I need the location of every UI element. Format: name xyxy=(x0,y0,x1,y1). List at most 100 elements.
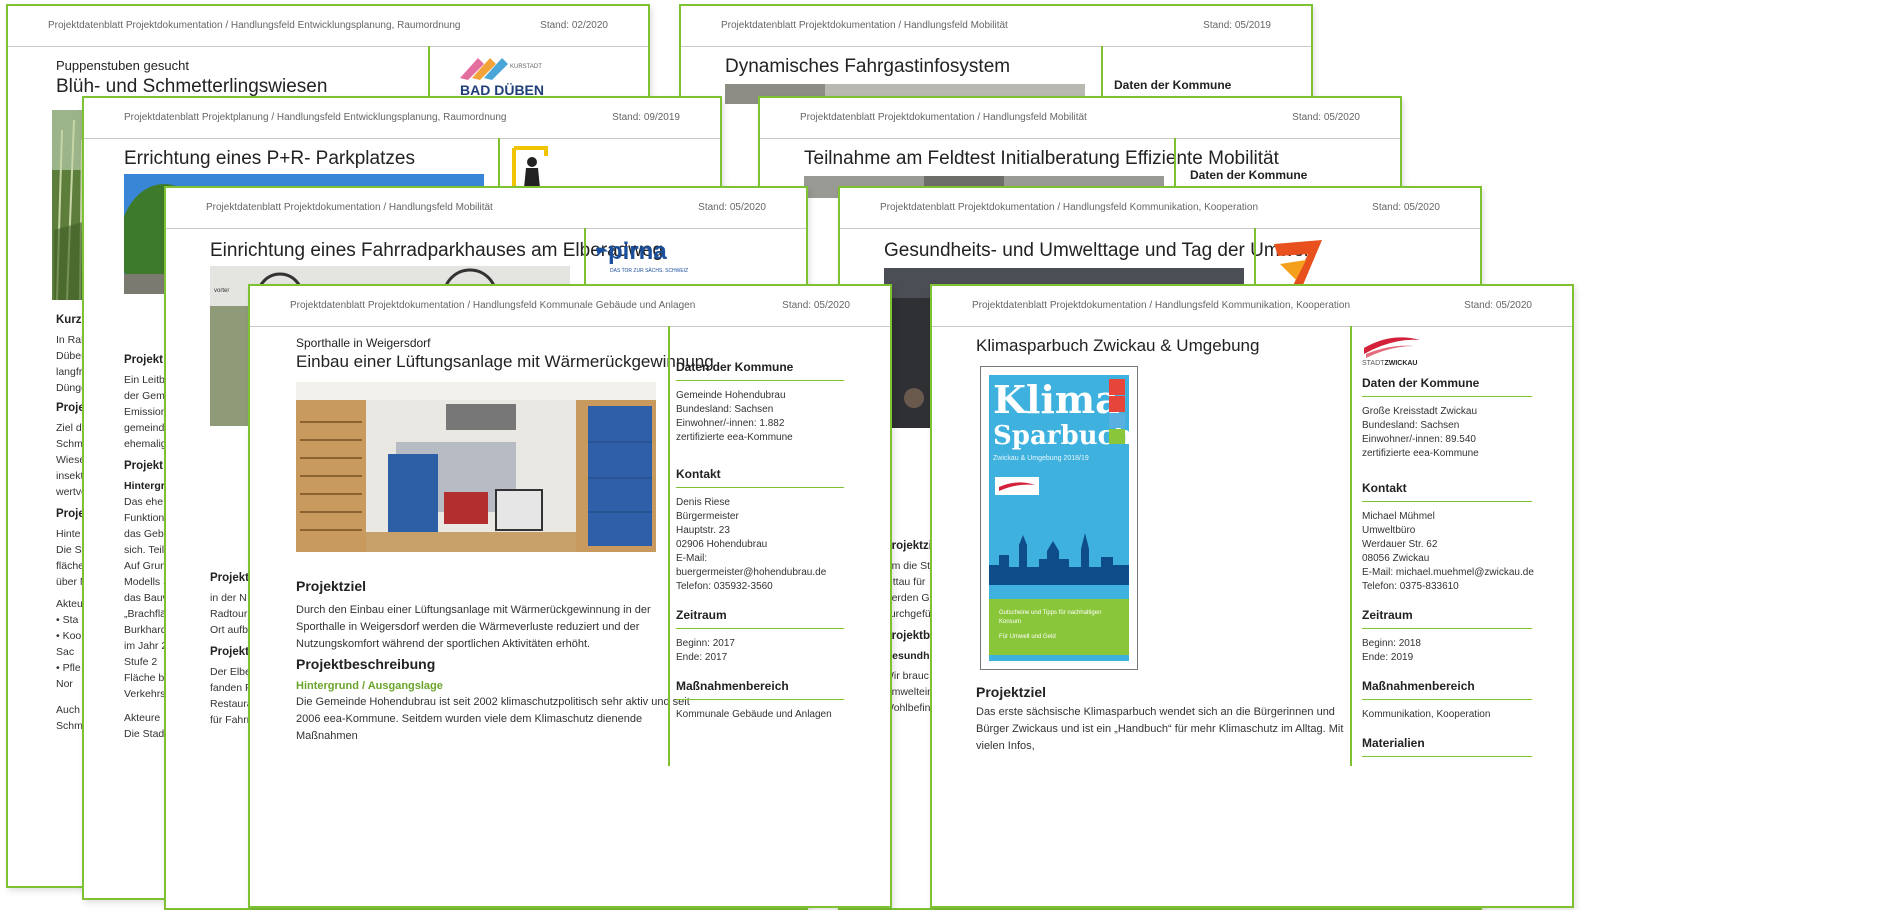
sidebar-heading: Daten der Kommune xyxy=(676,360,844,381)
sidebar-line: 08056 Zwickau xyxy=(1362,553,1430,564)
sidebar-line: Bundesland: Sachsen xyxy=(676,404,774,415)
projektziel-text: Durch den Einbau einer Lüftungsanlage mi… xyxy=(296,604,651,650)
shop-icon xyxy=(1109,396,1125,412)
sidebar-line: Große Kreisstadt Zwickau xyxy=(1362,406,1478,417)
photo-caption: vorter xyxy=(214,288,230,294)
sheet-header: Projektdatenblatt Projektdokumentation /… xyxy=(166,188,806,229)
sidebar-line: Einwohner/-innen: 1.882 xyxy=(676,418,785,429)
sidebar-line: Bundesland: Sachsen xyxy=(1362,420,1460,431)
side-heading: Daten der Kommune xyxy=(1114,78,1232,92)
sidebar-info: Daten der Kommune Große Kreisstadt Zwick… xyxy=(1362,376,1534,771)
text-fragment: fanden F xyxy=(210,682,252,694)
sidebar-line: 02906 Hohendubrau xyxy=(676,539,768,550)
cover-blurb: Für Umwelt und Geld xyxy=(999,634,1056,640)
project-subtitle: Puppenstuben gesucht xyxy=(56,58,189,73)
project-title: Errichtung eines P+R- Parkplatzes xyxy=(124,148,415,169)
datasheet-klimasparbuch: Projektdatenblatt Projektdokumentation /… xyxy=(930,284,1574,908)
sheet-header: Projektdatenblatt Projektdokumentation /… xyxy=(8,6,648,47)
sidebar-line: Werdauer Str. 62 xyxy=(1362,539,1438,550)
sheet-header: Projektdatenblatt Projektplanung / Handl… xyxy=(84,98,720,139)
divider xyxy=(1254,228,1256,288)
stand-date: Stand: 05/2019 xyxy=(1203,20,1271,31)
heading-fragment: Projekt xyxy=(210,572,249,584)
sidebar-heading: Maßnahmenbereich xyxy=(676,679,844,700)
sidebar-heading: Zeitraum xyxy=(1362,608,1532,629)
sidebar-line: Ende: 2017 xyxy=(676,652,728,663)
bike-icon xyxy=(1109,413,1125,428)
project-title: Blüh- und Schmetterlingswiesen xyxy=(56,76,328,97)
breadcrumb: Projektdatenblatt Projektdokumentation /… xyxy=(800,112,1087,123)
logo-subtext: DAS TOR ZUR SÄCHS. SCHWEIZ xyxy=(610,268,689,274)
zwickau-swoosh-icon xyxy=(999,482,1035,491)
breadcrumb: Projektdatenblatt Projektdokumentation /… xyxy=(880,202,1259,213)
text-fragment: Restaura xyxy=(210,698,253,710)
project-title: Gesundheits- und Umwelttage und Tag der … xyxy=(884,240,1314,261)
sidebar-line[interactable]: E-Mail: michael.muehmel@zwickau.de xyxy=(1362,566,1534,580)
text-fragment: für Fahrr xyxy=(210,714,251,726)
stand-date: Stand: 09/2019 xyxy=(612,112,680,123)
breadcrumb: Projektdatenblatt Projektdokumentation /… xyxy=(48,20,461,31)
zwickau-logo: STADTZWICKAU xyxy=(1362,332,1442,372)
sidebar-heading: Daten der Kommune xyxy=(1362,376,1532,397)
hintergrund-heading: Hintergrund / Ausgangslage xyxy=(296,680,443,692)
breadcrumb: Projektdatenblatt Projektdokumentation /… xyxy=(972,300,1351,311)
text-fragment: Radtouri xyxy=(210,608,250,620)
side-heading: Daten der Kommune xyxy=(1190,168,1308,182)
cover-green-band: Gutscheine und Tipps für nachhaltigen Ko… xyxy=(989,599,1129,655)
sheet-header: Projektdatenblatt Projektdokumentation /… xyxy=(932,286,1572,327)
stand-date: Stand: 05/2020 xyxy=(1292,112,1360,123)
cover-city-logo xyxy=(995,477,1039,495)
cut-off-text-column: Projekt in der N Radtouri Ort aufb Proje… xyxy=(210,570,253,728)
stand-date: Stand: 05/2020 xyxy=(782,300,850,311)
sidebar-heading: Zeitraum xyxy=(676,608,844,629)
stand-date: Stand: 05/2020 xyxy=(1464,300,1532,311)
sidebar-line: Beginn: 2018 xyxy=(1362,638,1421,649)
divider xyxy=(1350,326,1352,766)
sidebar-line: Umweltbüro xyxy=(1362,525,1416,536)
sidebar-line: Hauptstr. 23 xyxy=(676,525,730,536)
projektziel-heading: Projektziel xyxy=(976,684,1047,700)
breadcrumb: Projektdatenblatt Projektdokumentation /… xyxy=(206,202,493,213)
sidebar-line: Bürgermeister xyxy=(676,511,739,522)
divider xyxy=(584,228,586,288)
sidebar-line: Denis Riese xyxy=(676,497,730,508)
sheet-header: Projektdatenblatt Projektdokumentation /… xyxy=(760,98,1400,139)
cover-blurb: Gutscheine und Tipps für nachhaltigen Ko… xyxy=(999,610,1102,625)
sheet-header: Projektdatenblatt Projektdokumentation /… xyxy=(681,6,1311,47)
city-skyline-icon xyxy=(989,533,1129,585)
text-fragment: Ort aufb xyxy=(210,624,248,636)
sidebar-line: Ende: 2019 xyxy=(1362,652,1414,663)
energy-icon xyxy=(1109,429,1125,444)
sidebar-line: Beginn: 2017 xyxy=(676,638,735,649)
book-cover: Klima Sparbuch Zwickau & Umgebung 2018/1… xyxy=(980,366,1138,670)
breadcrumb: Projektdatenblatt Projektdokumentation /… xyxy=(721,20,1008,31)
sidebar-line: Kommunikation, Kooperation xyxy=(1362,709,1491,720)
divider xyxy=(668,326,670,766)
butterfly-wing-icon xyxy=(460,58,508,80)
project-title: Einbau einer Lüftungsanlage mit Wärmerüc… xyxy=(296,352,714,371)
sidebar-line: Kommunale Gebäude und Anlagen xyxy=(676,709,832,720)
bad-dueben-logo: KURSTADT BAD DÜBEN xyxy=(458,54,568,102)
project-title: Dynamisches Fahrgastinfosystem xyxy=(725,56,1011,77)
sidebar-line: zertifizierte eea-Kommune xyxy=(676,432,793,443)
sidebar-line: Gemeinde Hohendubrau xyxy=(676,390,786,401)
heading-fragment: Projekt xyxy=(210,646,249,658)
logo-text: pirna xyxy=(608,238,667,265)
sheet-header: Projektdatenblatt Projektdokumentation /… xyxy=(840,188,1480,229)
sidebar-line: Telefon: 0375-833610 xyxy=(1362,581,1459,592)
sidebar-heading: Kontakt xyxy=(1362,481,1532,502)
projektbeschreibung-heading: Projektbeschreibung xyxy=(296,656,436,672)
cover-icon-strip xyxy=(1109,379,1125,445)
sidebar-heading: Kontakt xyxy=(676,467,844,488)
stand-date: Stand: 05/2020 xyxy=(698,202,766,213)
breadcrumb: Projektdatenblatt Projektplanung / Handl… xyxy=(124,112,507,123)
gym-photo xyxy=(296,382,656,552)
stand-date: Stand: 02/2020 xyxy=(540,20,608,31)
sidebar-line[interactable]: buergermeister@hohendubrau.de xyxy=(676,566,844,580)
text-fragment: in der N xyxy=(210,592,247,604)
projektziel-heading: Projektziel xyxy=(296,578,367,594)
sidebar-heading: Maßnahmenbereich xyxy=(1362,679,1532,700)
zwickau-swoosh-icon xyxy=(1364,337,1420,358)
project-title: Teilnahme am Feldtest Initialberatung Ef… xyxy=(804,148,1279,169)
stand-date: Stand: 05/2020 xyxy=(1372,202,1440,213)
